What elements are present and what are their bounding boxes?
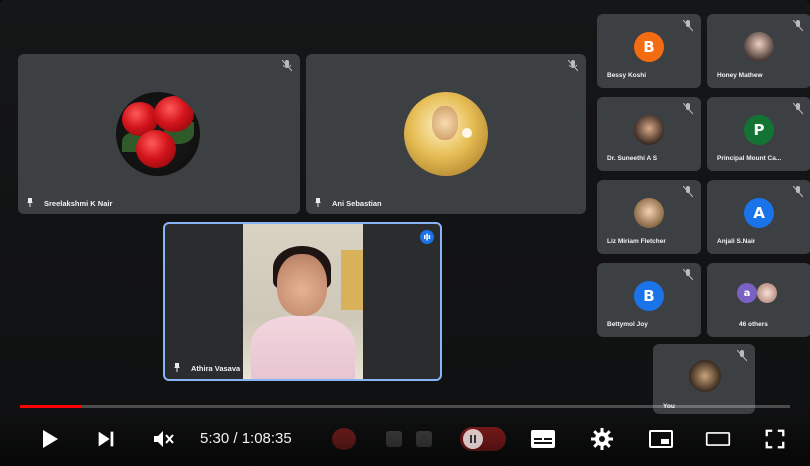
avatar: A (744, 198, 774, 228)
participant-name: Athira Vasava (191, 364, 241, 373)
mic-off-icon (683, 186, 693, 198)
participant-tile-self[interactable]: You (653, 344, 755, 414)
participant-name: Ani Sebastian (332, 199, 382, 208)
avatar: a (737, 283, 757, 303)
participant-tile-bessy[interactable]: B Bessy Koshi (597, 14, 701, 88)
fullscreen-button[interactable] (762, 426, 788, 452)
theater-icon (705, 432, 731, 446)
miniplayer-button[interactable] (648, 426, 674, 452)
photo-avatar (634, 115, 664, 145)
miniplayer-icon (649, 430, 673, 448)
roses-avatar (116, 92, 200, 176)
participant-name: Bessy Koshi (607, 72, 647, 79)
theater-mode-button[interactable] (705, 426, 731, 452)
mic-off-icon (683, 20, 693, 32)
pin-icon (174, 363, 180, 372)
participant-name: Sreelakshmi K Nair (44, 199, 113, 208)
participant-tile-suneethi[interactable]: Dr. Suneethi A S (597, 97, 701, 171)
participant-tile-bettymol[interactable]: B Bettymol Joy (597, 263, 701, 337)
subtitles-icon (531, 430, 555, 448)
participant-name: Principal Mount Ca... (717, 155, 782, 162)
player-controls: 5:30 / 1:08:35 (0, 412, 810, 466)
pause-icon (463, 429, 483, 449)
participant-tile-athira[interactable]: Athira Vasava (163, 222, 442, 381)
participant-tile-sreelakshmi[interactable]: Sreelakshmi K Nair (18, 54, 300, 214)
mic-off-icon (737, 350, 747, 362)
participant-name: Anjali S.Nair (717, 238, 756, 245)
avatar: P (744, 115, 774, 145)
participant-tile-anjali[interactable]: A Anjali S.Nair (707, 180, 810, 254)
fullscreen-icon (765, 429, 785, 449)
skip-next-icon (98, 431, 114, 447)
mic-off-icon (683, 269, 693, 281)
participant-tile-ani[interactable]: Ani Sebastian (306, 54, 586, 214)
pause-button[interactable] (462, 426, 484, 452)
mic-off-icon (793, 186, 803, 198)
photo-avatar (634, 198, 664, 228)
avatar: B (634, 32, 664, 62)
pin-icon (27, 198, 33, 207)
seek-bar[interactable] (20, 405, 790, 408)
play-icon (43, 430, 58, 448)
volume-muted-icon (154, 431, 174, 447)
participant-tile-honey[interactable]: Honey Mathew (707, 14, 810, 88)
participant-name: Bettymol Joy (607, 321, 648, 328)
participant-name: Liz Miriam Fletcher (607, 238, 666, 245)
meeting-stage: Sreelakshmi K Nair Ani Sebastian Athira … (0, 0, 810, 466)
participant-count: 46 others (739, 321, 768, 328)
portrait-avatar (404, 92, 488, 176)
mic-off-icon (683, 103, 693, 115)
participant-tile-liz[interactable]: Liz Miriam Fletcher (597, 180, 701, 254)
next-button[interactable] (93, 426, 119, 452)
gear-icon (591, 428, 613, 450)
mic-off-icon (793, 20, 803, 32)
play-button[interactable] (36, 426, 62, 452)
logo-avatar (689, 360, 721, 392)
time-display: 5:30 / 1:08:35 (200, 430, 292, 447)
mic-off-icon (568, 60, 578, 72)
photo-avatar (757, 283, 777, 303)
captions-button[interactable] (530, 426, 556, 452)
seek-progress (20, 405, 82, 408)
avatar: B (634, 281, 664, 311)
participant-video (243, 224, 363, 379)
participant-name: Honey Mathew (717, 72, 763, 79)
photo-avatar (744, 32, 774, 62)
mute-button[interactable] (150, 426, 176, 452)
mic-off-icon (793, 103, 803, 115)
mic-off-icon (282, 60, 292, 72)
settings-button[interactable] (589, 426, 615, 452)
participant-tile-others[interactable]: a 46 others (707, 263, 810, 337)
speaking-indicator-icon (420, 230, 434, 244)
participant-name: Dr. Suneethi A S (607, 155, 658, 162)
participant-tile-principal[interactable]: P Principal Mount Ca... (707, 97, 810, 171)
pin-icon (315, 198, 321, 207)
